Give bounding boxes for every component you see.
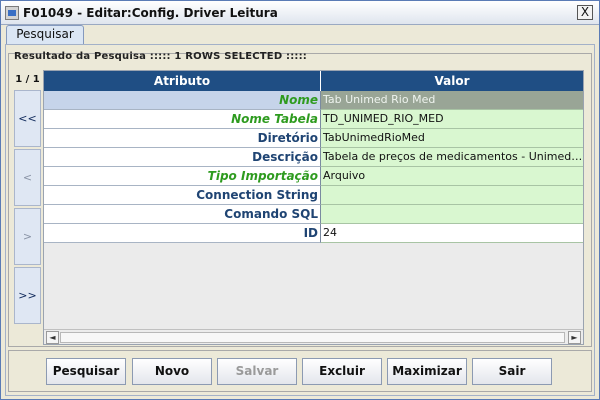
next-page-button[interactable]: > xyxy=(14,208,41,265)
page-indicator: 1 / 1 xyxy=(15,74,40,85)
attr-label: Diretório xyxy=(44,129,321,148)
tab-pesquisar[interactable]: Pesquisar xyxy=(6,25,84,44)
grid-header: Atributo Valor xyxy=(44,71,583,91)
horizontal-scrollbar[interactable]: ◄ ► xyxy=(44,329,583,344)
grid-row-connection-string[interactable]: Connection String xyxy=(44,186,583,205)
maximizar-button[interactable]: Maximizar xyxy=(387,358,467,385)
column-header-valor[interactable]: Valor xyxy=(321,71,583,91)
scroll-thumb[interactable] xyxy=(60,332,565,343)
column-header-atributo[interactable]: Atributo xyxy=(44,71,321,91)
value-cell[interactable]: 24 xyxy=(321,224,583,243)
attr-label: ID xyxy=(44,224,321,243)
sair-button[interactable]: Sair xyxy=(472,358,552,385)
attr-label: Nome xyxy=(44,91,321,110)
value-cell[interactable]: Tabela de preços de medicamentos - Unime… xyxy=(321,148,583,167)
app-icon xyxy=(5,6,19,20)
grid-row-tipo-importacao[interactable]: Tipo Importação Arquivo xyxy=(44,167,583,186)
value-cell[interactable] xyxy=(321,186,583,205)
value-cell[interactable]: Arquivo xyxy=(321,167,583,186)
last-page-button[interactable]: >> xyxy=(14,267,41,324)
window-title: F01049 - Editar:Config. Driver Leitura xyxy=(23,6,278,20)
attr-label: Descrição xyxy=(44,148,321,167)
title-bar: F01049 - Editar:Config. Driver Leitura X xyxy=(1,1,599,25)
value-cell[interactable]: Tab Unimed Rio Med xyxy=(321,91,583,110)
grid-row-id[interactable]: ID 24 xyxy=(44,224,583,243)
grid-row-nome-tabela[interactable]: Nome Tabela TD_UNIMED_RIO_MED xyxy=(44,110,583,129)
scroll-left-icon[interactable]: ◄ xyxy=(46,331,59,344)
grid-row-comando-sql[interactable]: Comando SQL xyxy=(44,205,583,224)
grid-row-descricao[interactable]: Descrição Tabela de preços de medicament… xyxy=(44,148,583,167)
prev-page-button[interactable]: < xyxy=(14,149,41,206)
value-cell[interactable] xyxy=(321,205,583,224)
first-page-button[interactable]: << xyxy=(14,90,41,147)
scroll-right-icon[interactable]: ► xyxy=(568,331,581,344)
grid-row-diretorio[interactable]: Diretório TabUnimedRioMed xyxy=(44,129,583,148)
results-title: Resultado da Pesquisa ::::: 1 ROWS SELEC… xyxy=(14,51,307,62)
value-cell[interactable]: TD_UNIMED_RIO_MED xyxy=(321,110,583,129)
salvar-button[interactable]: Salvar xyxy=(217,358,297,385)
novo-button[interactable]: Novo xyxy=(132,358,212,385)
results-grid: Atributo Valor Nome Tab Unimed Rio Med N… xyxy=(43,70,584,345)
value-cell[interactable]: TabUnimedRioMed xyxy=(321,129,583,148)
grid-row-nome[interactable]: Nome Tab Unimed Rio Med xyxy=(44,91,583,110)
attr-label: Tipo Importação xyxy=(44,167,321,186)
attr-label: Nome Tabela xyxy=(44,110,321,129)
attr-label: Connection String xyxy=(44,186,321,205)
pesquisar-button[interactable]: Pesquisar xyxy=(46,358,126,385)
close-button[interactable]: X xyxy=(577,5,593,20)
attr-label: Comando SQL xyxy=(44,205,321,224)
excluir-button[interactable]: Excluir xyxy=(302,358,382,385)
